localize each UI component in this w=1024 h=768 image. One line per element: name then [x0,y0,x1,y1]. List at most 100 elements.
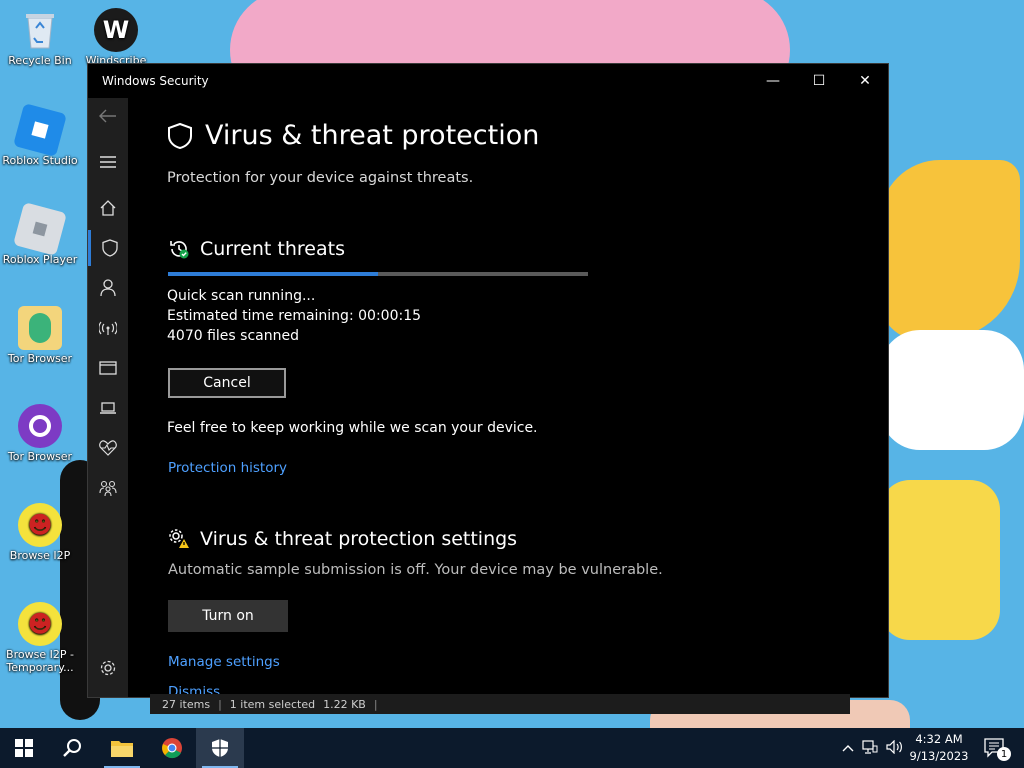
show-hidden-icons-button[interactable] [838,741,858,755]
windows-security-window: Windows Security — ☐ ✕ Virus & threat pr… [88,64,888,697]
desktop-icon-label: Tor Browser [7,450,73,463]
files-scanned-text: 4070 files scanned [167,328,299,344]
desktop-icon-browse-i2p[interactable]: ☻ Browse I2P [0,503,80,562]
taskbar-file-explorer[interactable] [98,728,146,768]
sidebar [88,98,128,697]
notification-count-badge: 1 [997,747,1011,761]
desktop-icon-roblox-player[interactable]: Roblox Player [0,202,80,266]
page-heading: Virus & threat protection [167,120,539,151]
folder-icon [111,741,133,757]
wallpaper-art [880,330,1024,450]
menu-button[interactable] [88,144,128,180]
i2p-icon: ☻ [18,503,62,547]
sidebar-item-account-protection[interactable] [88,270,128,306]
sidebar-item-settings[interactable] [88,650,128,686]
settings-heading: Virus & threat protection settings [168,528,517,550]
person-icon [100,279,116,297]
settings-warning-icon [169,529,189,548]
scan-progress-fill [168,272,378,276]
status-separator: | [218,697,222,711]
windows-logo-icon [15,739,33,757]
turn-on-button[interactable]: Turn on [168,600,288,632]
selection-info: 1 item selected [229,697,316,711]
network-icon [862,739,878,754]
hamburger-icon [100,156,116,168]
notification-center-button[interactable]: 1 [980,732,1011,764]
speaker-icon [886,739,902,754]
sidebar-item-family-options[interactable] [88,470,128,506]
time-remaining-value: 00:00:15 [358,308,422,324]
selection-size: 1.22 KB [323,697,366,711]
sidebar-item-virus-protection[interactable] [88,230,128,266]
i2p-temp-icon: ☻ [18,602,62,646]
taskbar-chrome[interactable] [148,728,196,768]
minimize-button[interactable]: — [750,64,796,98]
page-title: Virus & threat protection [205,120,540,151]
desktop-icon-windscribe[interactable]: W Windscribe [76,8,156,67]
status-separator: | [373,697,378,711]
cancel-scan-button[interactable]: Cancel [168,368,286,398]
close-button[interactable]: ✕ [842,64,888,98]
current-threats-title: Current threats [200,238,345,260]
roblox-player-icon [13,202,67,256]
chevron-up-icon [842,745,854,752]
desktop-icon-browse-i2p-temp[interactable]: ☻ Browse I2P - Temporary... [0,602,80,674]
wallpaper-art [880,160,1020,340]
scan-note-text: Feel free to keep working while we scan … [167,420,538,436]
start-button[interactable] [0,728,48,768]
sidebar-item-home[interactable] [88,190,128,226]
sidebar-item-firewall[interactable] [88,310,128,346]
heart-pulse-icon [99,440,117,456]
shield-icon [101,239,118,257]
window-title: Windows Security [102,74,209,88]
title-bar[interactable]: Windows Security — ☐ ✕ [88,64,888,98]
manage-settings-link[interactable]: Manage settings [168,654,280,670]
sidebar-item-device-performance[interactable] [88,430,128,466]
volume-button[interactable] [882,739,908,757]
desktop-icon-label: Browse I2P - Temporary... [6,648,74,674]
shield-icon [168,122,192,149]
desktop-icon-tor-browser-folder[interactable]: Tor Browser [0,306,80,365]
search-button[interactable] [48,728,96,768]
sidebar-item-device-security[interactable] [88,390,128,426]
taskbar-windows-security[interactable] [196,728,244,768]
recycle-bin-icon [18,8,62,52]
desktop-icon-label: Roblox Player [2,253,78,266]
scan-status-text: Quick scan running... [167,288,316,304]
clock-date: 9/13/2023 [909,749,969,763]
wifi-antenna-icon [99,321,117,335]
current-threats-heading: Current threats [168,238,345,260]
gear-icon [100,660,116,676]
system-tray [838,728,908,768]
desktop-icon-roblox-studio[interactable]: Roblox Studio [0,103,80,167]
desktop-icon-label: Tor Browser [7,352,73,365]
protection-history-link[interactable]: Protection history [168,460,287,476]
desktop-icon-recycle-bin[interactable]: Recycle Bin [0,8,80,67]
home-icon [100,200,116,216]
back-arrow-icon [99,109,116,123]
settings-warning-text: Automatic sample submission is off. Your… [168,562,663,578]
wallpaper-art [880,480,1000,640]
network-button[interactable] [858,739,882,757]
tor-browser-icon [18,404,62,448]
desktop-icon-label: Roblox Studio [2,154,78,167]
desktop-icon-label: Recycle Bin [8,54,72,67]
desktop-icon-tor-browser[interactable]: Tor Browser [0,404,80,463]
roblox-studio-icon [13,103,67,157]
family-icon [99,480,117,496]
back-button[interactable] [88,98,128,134]
sidebar-item-app-browser-control[interactable] [88,350,128,386]
scan-progress-bar [168,272,588,276]
time-remaining-text: Estimated time remaining: 00:00:15 [167,308,421,324]
browser-window-icon [99,361,117,375]
explorer-status-bar: 27 items | 1 item selected 1.22 KB | [150,694,850,714]
shield-icon [212,739,228,757]
taskbar: 4:32 AM 9/13/2023 1 [0,728,1024,768]
maximize-button[interactable]: ☐ [796,64,842,98]
desktop-icon-label: Browse I2P [9,549,71,562]
clock[interactable]: 4:32 AM 9/13/2023 [908,731,970,765]
page-subtitle: Protection for your device against threa… [167,170,474,186]
main-content: Virus & threat protection Protection for… [128,98,888,697]
time-remaining-label: Estimated time remaining: [167,308,354,324]
chrome-icon [162,738,182,759]
